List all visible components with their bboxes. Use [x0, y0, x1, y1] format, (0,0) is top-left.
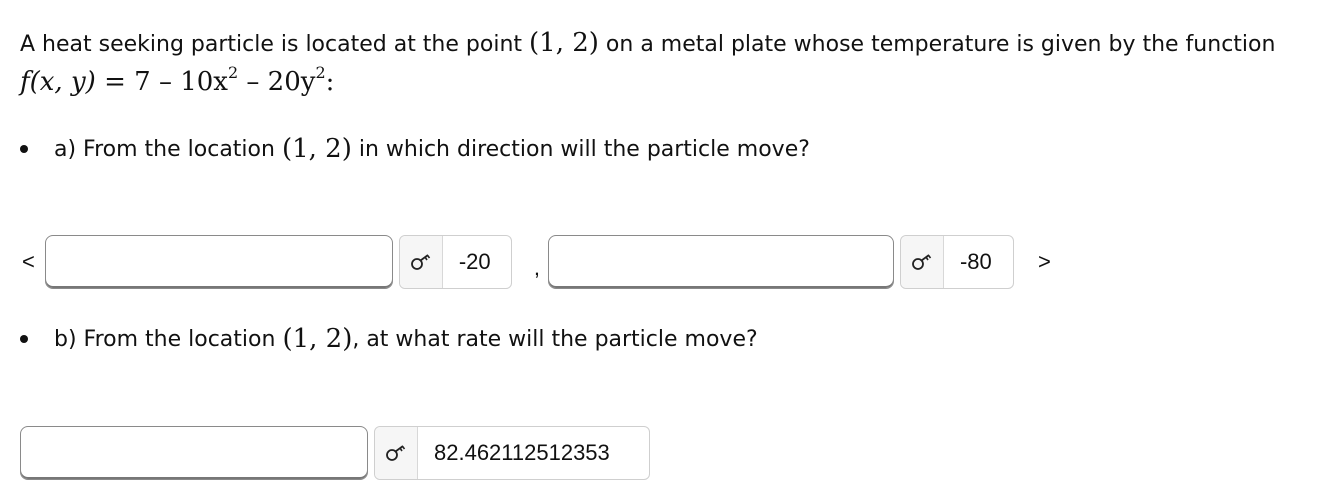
- open-angle-bracket: <: [22, 249, 35, 274]
- part-a-prefix: a) From the location: [54, 136, 275, 162]
- problem-statement: A heat seeking particle is located at th…: [20, 26, 1310, 102]
- part-a-question: a) From the location (1, 2) in which dir…: [20, 134, 810, 164]
- temperature-function: f(x, y) = 7 – 10x2 – 20y2:: [20, 63, 335, 98]
- function-end: :: [325, 67, 335, 97]
- rate-input[interactable]: [20, 426, 368, 480]
- rate-result: 82.462112512353: [374, 426, 650, 480]
- key-icon[interactable]: [399, 236, 443, 288]
- problem-intro: A heat seeking particle is located at th…: [20, 32, 523, 57]
- direction-y-result: -80: [899, 235, 1014, 289]
- function-term-constant: 7: [134, 67, 151, 97]
- key-icon[interactable]: [900, 236, 944, 288]
- part-b-prefix: b) From the location: [54, 326, 276, 352]
- direction-y-input[interactable]: [547, 235, 894, 289]
- part-b-question: b) From the location (1, 2) , at what ra…: [20, 324, 758, 354]
- direction-x-value: -20: [458, 249, 491, 274]
- rate-value: 82.462112512353: [434, 440, 610, 465]
- part-a-suffix: in which direction will the particle mov…: [358, 136, 810, 162]
- component-separator: ,: [533, 255, 540, 280]
- problem-point: (1, 2): [529, 28, 599, 58]
- part-b-suffix: , at what rate will the particle move?: [352, 326, 758, 352]
- function-term-x: 10x: [180, 67, 228, 97]
- direction-x-result: -20: [398, 235, 512, 289]
- function-lhs: f(x, y): [20, 67, 96, 97]
- part-a-point: (1, 2): [281, 134, 352, 164]
- part-b-point: (1, 2): [282, 324, 353, 354]
- close-angle-bracket: >: [1037, 249, 1051, 274]
- bullet-dot: [20, 335, 28, 343]
- bullet-dot: [20, 145, 28, 153]
- part-a-answer-row: < -20 , -80 >: [22, 235, 1051, 289]
- function-term-y: 20y: [267, 67, 316, 97]
- problem-middle: on a metal plate whose temperature is gi…: [605, 32, 1276, 57]
- direction-x-input[interactable]: [44, 235, 393, 289]
- key-icon[interactable]: [375, 427, 418, 479]
- direction-y-value: -80: [959, 249, 992, 274]
- part-b-answer-row: 82.462112512353: [20, 426, 650, 480]
